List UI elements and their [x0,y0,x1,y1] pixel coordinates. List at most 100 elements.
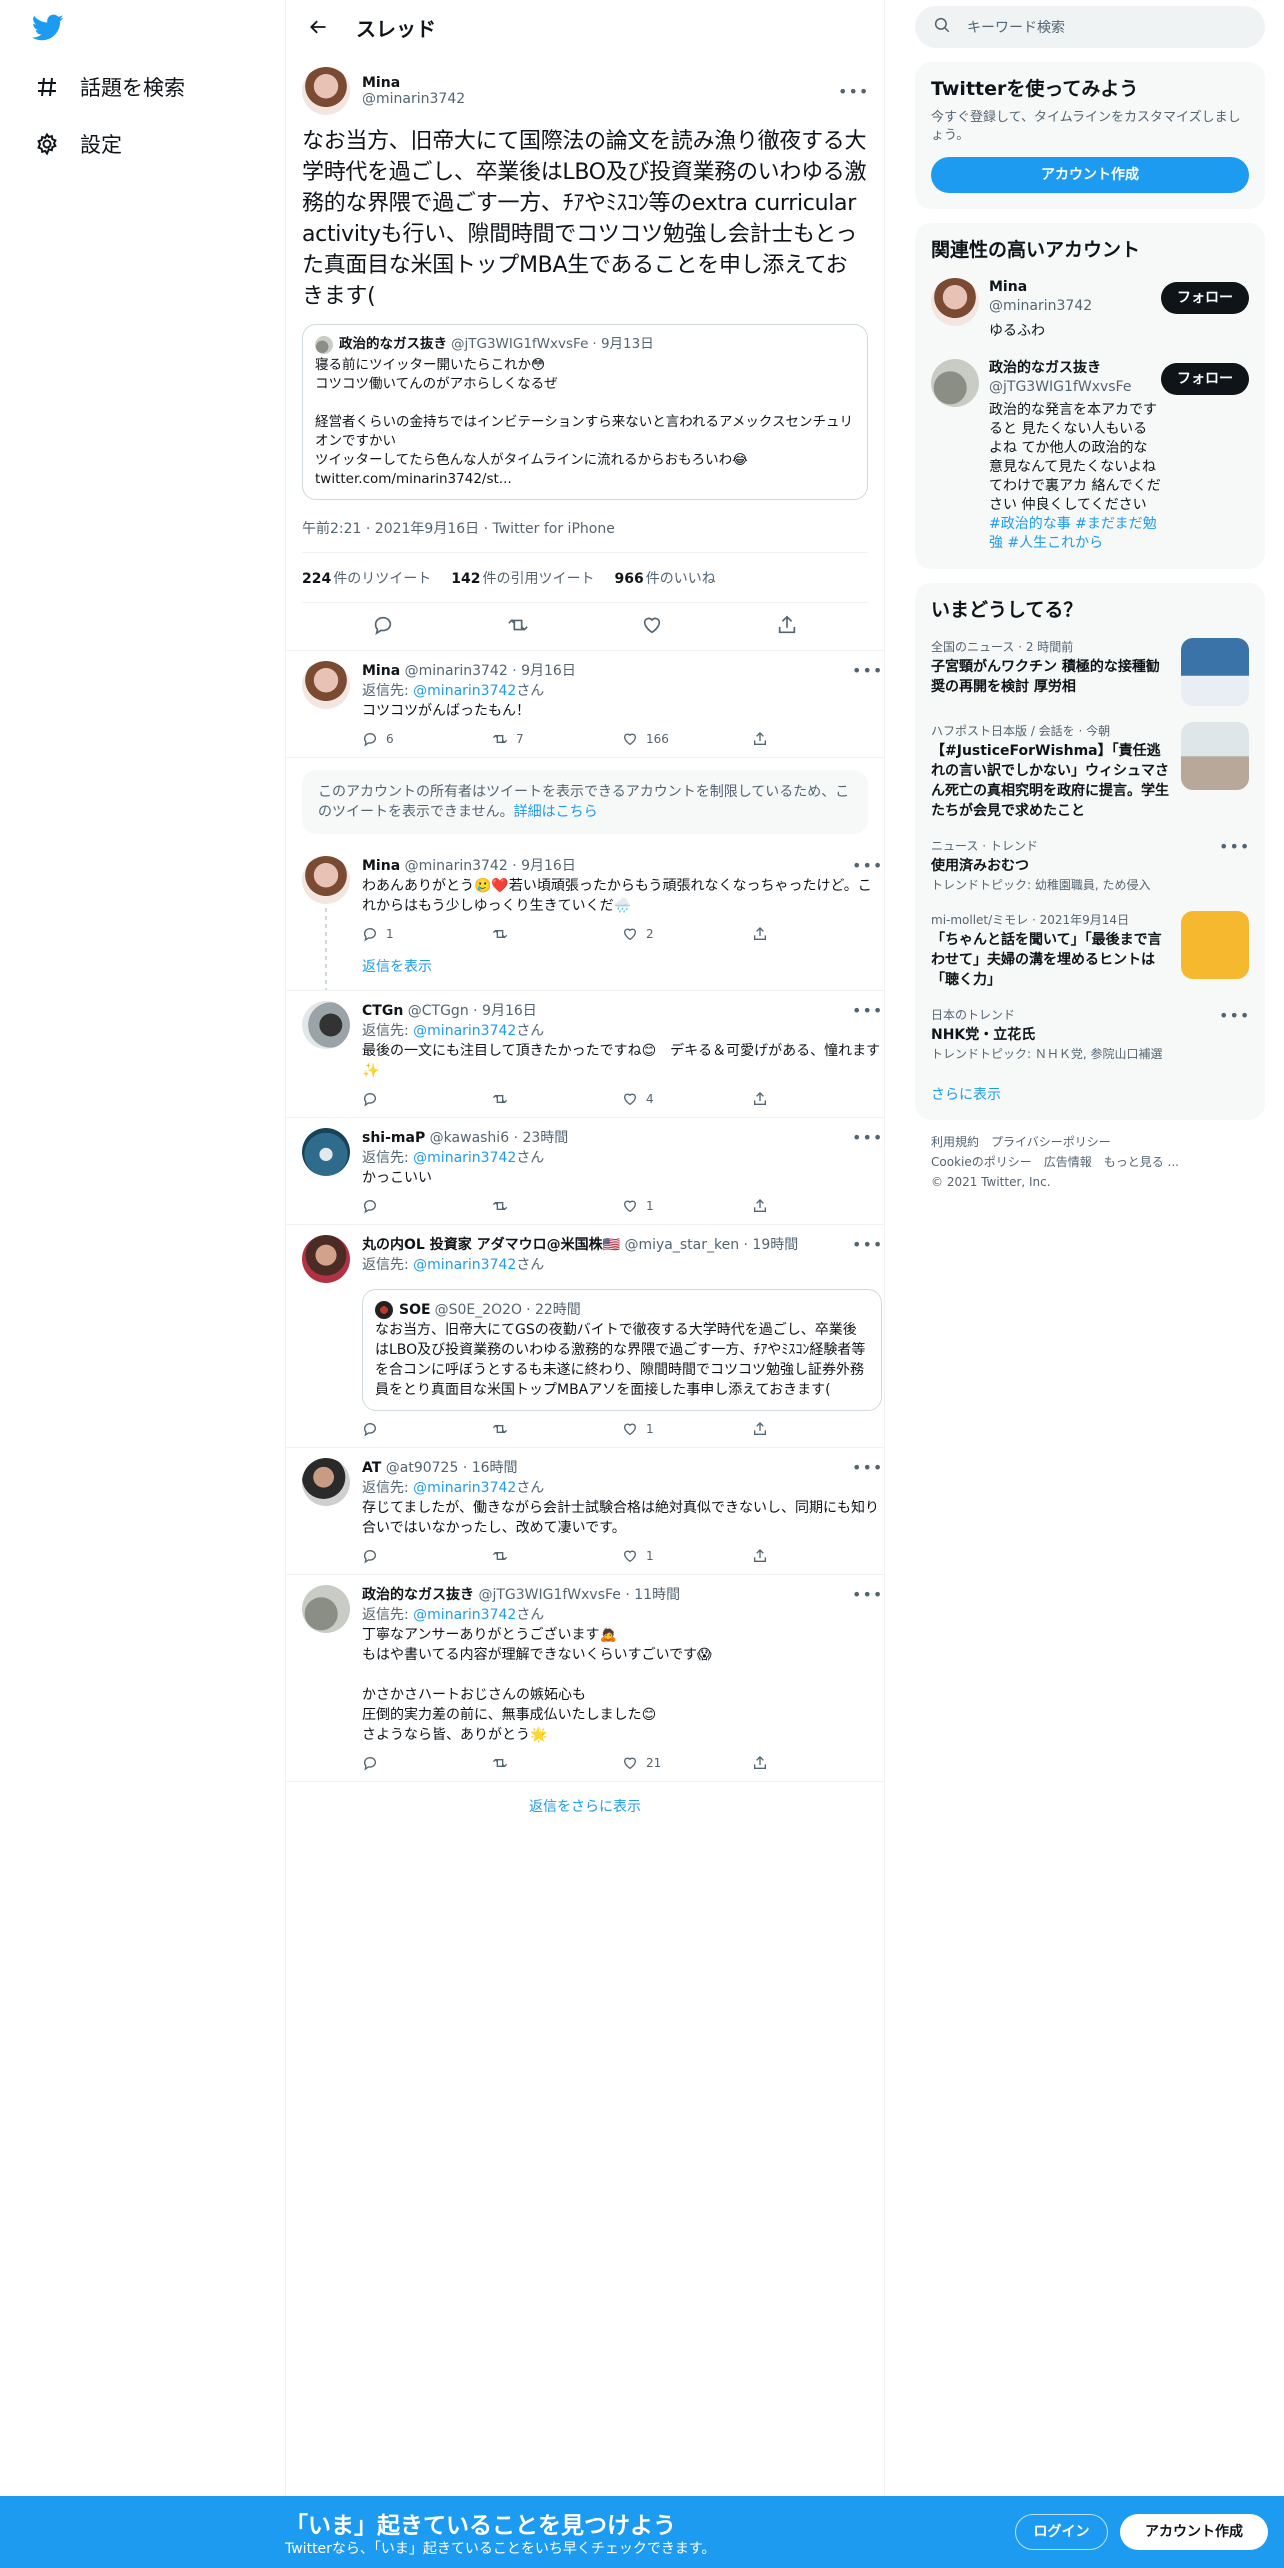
create-account-button[interactable]: アカウント作成 [931,157,1249,193]
follow-button[interactable]: フォロー [1161,282,1249,314]
reply-time[interactable]: · 9月16日 [512,663,576,679]
reply-author-name[interactable]: Mina [362,663,400,679]
reply-button[interactable] [362,1091,492,1107]
reply-to-link[interactable]: @minarin3742 [413,1480,516,1496]
retweet-button[interactable]: 7 [492,729,622,749]
reply-button[interactable] [362,1421,492,1437]
share-button[interactable] [752,1548,882,1564]
share-button[interactable] [752,1091,882,1107]
reply-author-handle[interactable]: @at90725 [386,1460,459,1476]
reply-tweet[interactable]: CTGn @CTGgn · 9月16日 ••• 返信先: @minarin374… [286,991,884,1118]
retweet-button[interactable] [492,1091,622,1107]
more-options-icon[interactable]: ••• [1219,1006,1249,1064]
reply-time[interactable]: · 9月16日 [473,1003,537,1019]
search-input[interactable]: キーワード検索 [915,6,1265,48]
more-options-icon[interactable]: ••• [852,1128,882,1148]
quote-link[interactable]: twitter.com/minarin3742/st... [315,470,855,489]
like-button[interactable]: 1 [622,1419,752,1439]
reply-time[interactable]: · 9月16日 [512,858,576,874]
like-button[interactable]: 1 [622,1196,752,1216]
reply-tweet[interactable]: Mina @minarin3742 · 9月16日 ••• 返信先: @mina… [286,651,884,758]
signup-button[interactable]: アカウント作成 [1120,2514,1268,2550]
tweet-meta[interactable]: 午前2:21 · 2021年9月16日 · Twitter for iPhone [302,518,868,548]
reply-author-name[interactable]: AT [362,1460,381,1476]
trend-item[interactable]: ニュース · トレンド 使用済みおむつ トレンドトピック: 幼稚園職員, ため侵… [915,829,1265,903]
trend-item[interactable]: mi-mollet/ミモレ · 2021年9月14日 「ちゃんと話を聞いて」「最… [915,903,1265,998]
reply-tweet[interactable]: shi-maP @kawashi6 · 23時間 ••• 返信先: @minar… [286,1118,884,1225]
more-options-icon[interactable]: ••• [852,661,882,681]
reply-tweet[interactable]: 丸の内OL 投資家 アダマウロ@米国株🇺🇸 @miya_star_ken · 1… [286,1225,884,1448]
reply-author-name[interactable]: Mina [362,858,400,874]
share-button[interactable] [752,731,882,747]
avatar[interactable] [302,1585,350,1633]
show-more-replies-link[interactable]: 返信をさらに表示 [286,1782,884,1832]
share-button[interactable] [752,926,882,942]
avatar[interactable] [302,1235,350,1283]
login-button[interactable]: ログイン [1015,2514,1108,2550]
quotes-stat[interactable]: 142 件の引用ツイート [451,568,594,588]
reply-time[interactable]: · 16時間 [463,1460,518,1476]
more-options-icon[interactable]: ••• [852,1458,882,1478]
account-name[interactable]: 政治的なガス抜き [989,359,1161,378]
retweet-button[interactable] [492,1198,622,1214]
reply-tweet[interactable]: Mina @minarin3742 · 9月16日 ••• わあんありがとう🥲❤… [286,846,884,991]
reply-button[interactable] [362,1548,492,1564]
avatar[interactable] [302,1458,350,1506]
account-item[interactable]: 政治的なガス抜き @jTG3WIG1fWxvsFe 政治的な発言を本アカですると… [915,351,1265,569]
reply-button[interactable]: 1 [362,924,492,944]
account-bio-hashtags[interactable]: #政治的な事 #まだまだ勉強 #人生これから [989,516,1157,551]
more-options-icon[interactable]: ••• [852,856,882,876]
reply-tweet[interactable]: 政治的なガス抜き @jTG3WIG1fWxvsFe · 11時間 ••• 返信先… [286,1575,884,1782]
nav-explore[interactable]: 話題を検索 [32,67,185,107]
avatar[interactable] [302,661,350,709]
avatar[interactable] [931,278,979,326]
reply-to-link[interactable]: @minarin3742 [413,1150,516,1166]
follow-button[interactable]: フォロー [1161,363,1249,395]
like-button[interactable]: 2 [622,924,752,944]
retweet-icon[interactable] [507,614,529,640]
reply-to-link[interactable]: @minarin3742 [413,1257,516,1273]
retweet-button[interactable] [492,1548,622,1564]
avatar[interactable] [931,359,979,407]
retweet-button[interactable] [492,1421,622,1437]
reply-icon[interactable] [372,614,394,640]
reply-button[interactable] [362,1755,492,1771]
avatar[interactable] [302,1128,350,1176]
heart-icon[interactable] [641,614,663,640]
quoted-tweet[interactable]: 政治的なガス抜き @jTG3WIG1fWxvsFe · 9月13日 寝る前にツイ… [302,324,868,500]
more-options-icon[interactable]: ••• [852,1001,882,1021]
reply-time[interactable]: · 11時間 [625,1587,680,1603]
reply-author-handle[interactable]: @miya_star_ken [624,1237,739,1253]
likes-stat[interactable]: 966 件のいいね [614,568,715,588]
reply-button[interactable] [362,1198,492,1214]
more-options-icon[interactable]: ••• [852,1235,882,1255]
retweets-stat[interactable]: 224 件のリツイート [302,568,431,588]
share-icon[interactable] [776,614,798,640]
nav-settings[interactable]: 設定 [32,124,122,164]
reply-author-handle[interactable]: @CTGgn [408,1003,469,1019]
more-options-icon[interactable]: ••• [1219,837,1249,895]
account-item[interactable]: Mina @minarin3742 ゆるふわ フォロー [915,270,1265,351]
trend-item[interactable]: ハフポスト日本版 / 会話を · 今朝 【#JusticeForWishma】「… [915,714,1265,829]
share-button[interactable] [752,1421,882,1437]
avatar[interactable] [302,1001,350,1049]
author-name[interactable]: Mina [362,75,838,91]
account-handle[interactable]: @jTG3WIG1fWxvsFe [989,378,1161,397]
reply-author-name[interactable]: shi-maP [362,1130,425,1146]
reply-author-name[interactable]: 丸の内OL 投資家 アダマウロ@米国株🇺🇸 [362,1237,620,1253]
like-button[interactable]: 4 [622,1089,752,1109]
reply-author-name[interactable]: CTGn [362,1003,403,1019]
twitter-logo-icon[interactable] [31,14,64,42]
reply-author-name[interactable]: 政治的なガス抜き [362,1587,474,1603]
reply-author-handle[interactable]: @jTG3WIG1fWxvsFe [478,1587,620,1603]
more-options-icon[interactable]: ••• [852,1585,882,1605]
footer-line[interactable]: 利用規約 プライバシーポリシー [931,1132,1249,1152]
reply-author-handle[interactable]: @kawashi6 [430,1130,509,1146]
like-button[interactable]: 1 [622,1546,752,1566]
trends-show-more-link[interactable]: さらに表示 [915,1072,1265,1120]
account-name[interactable]: Mina [989,278,1161,297]
more-options-icon[interactable]: ••• [838,82,868,101]
reply-author-handle[interactable]: @minarin3742 [405,663,508,679]
retweet-button[interactable] [492,1755,622,1771]
avatar[interactable] [302,856,350,904]
